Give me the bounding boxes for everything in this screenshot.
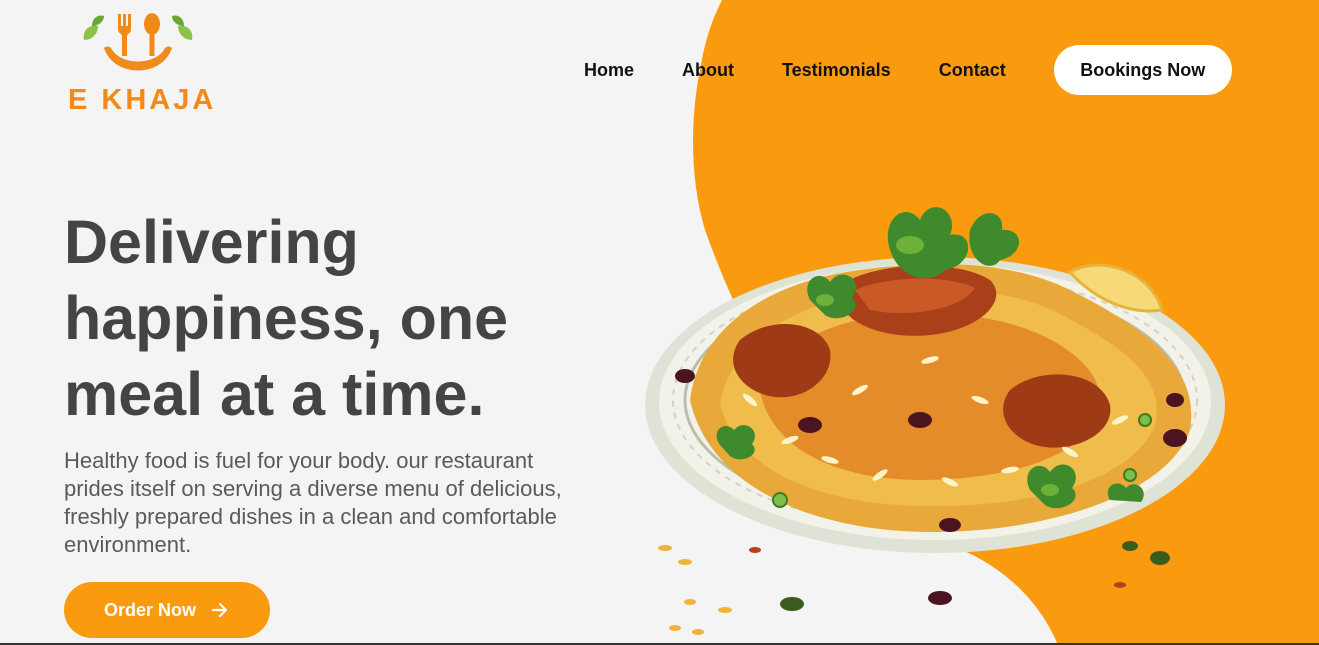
brand-name: E KHAJA — [68, 84, 217, 116]
nav-link-contact[interactable]: Contact — [939, 60, 1006, 81]
order-now-label: Order Now — [103, 599, 196, 620]
nav-link-home[interactable]: Home — [584, 60, 634, 81]
hero-description: Healthy food is fuel for your body. our … — [64, 448, 562, 557]
main-nav: Home About Testimonials Contact Bookings… — [570, 45, 1232, 95]
biryani-plate-illustration — [645, 207, 1225, 635]
fork-spoon-smile-logo-icon — [83, 13, 193, 71]
nav-link-testimonials[interactable]: Testimonials — [782, 60, 891, 81]
brand-logo[interactable]: E KHAJA — [64, 12, 214, 116]
arrow-right-icon — [210, 600, 230, 620]
bookings-now-button[interactable]: Bookings Now — [1053, 45, 1232, 95]
hero-title: Delivering happiness, one meal at a time… — [64, 208, 509, 428]
nav-link-about[interactable]: About — [682, 60, 734, 81]
order-now-button[interactable]: Order Now — [64, 582, 270, 638]
